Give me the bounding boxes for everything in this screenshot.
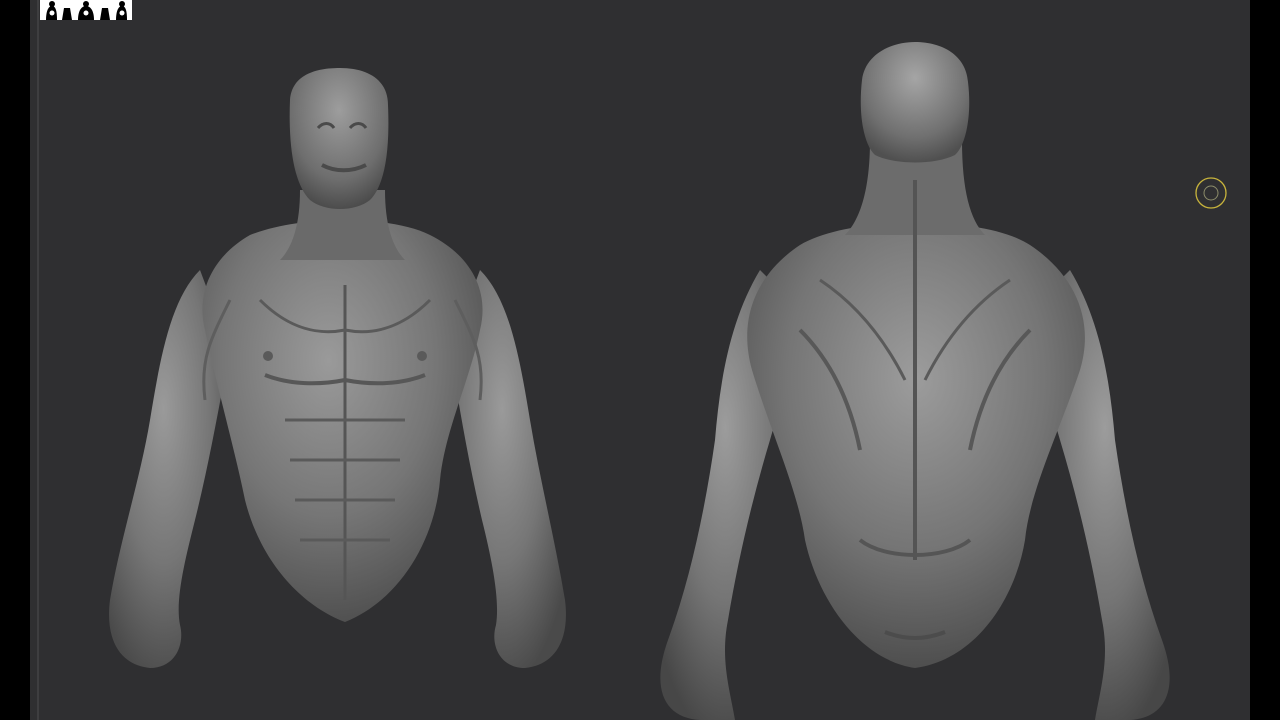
brush-cursor-icon bbox=[1195, 177, 1227, 209]
app-frame bbox=[0, 0, 1280, 720]
torso-back-sculpt[interactable] bbox=[0, 0, 1280, 720]
